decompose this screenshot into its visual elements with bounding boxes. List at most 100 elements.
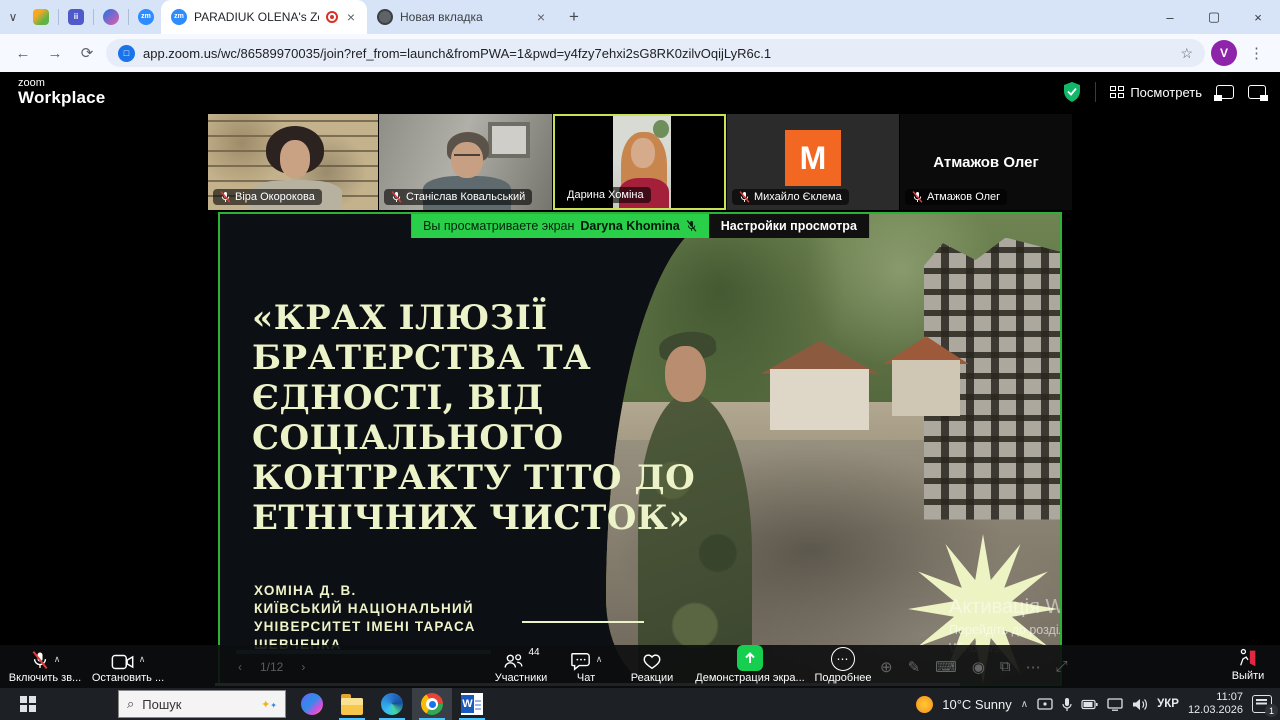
close-button[interactable]: × (1236, 0, 1280, 34)
bookmark-star-icon[interactable]: ☆ (1180, 45, 1193, 62)
participant-tile[interactable]: Віра Окорокова (208, 114, 378, 210)
view-button[interactable]: Посмотреть (1110, 85, 1202, 100)
slide-title: «КРАХ ІЛЮЗІЇ БРАТЕРСТВА ТА ЄДНОСТІ, ВІД … (252, 298, 722, 538)
zoom-toolbar: ∧ Включить зв... ∧ Остановить ... ‹ 1/12… (0, 645, 1280, 688)
back-button[interactable]: ← (10, 45, 36, 62)
url-text[interactable]: app.zoom.us/wc/86589970035/join?ref_from… (143, 46, 1172, 61)
system-tray: 10°C Sunny ∧ (916, 688, 1280, 720)
participant-tile[interactable]: Станіслав Ковальський (379, 114, 552, 210)
muted-mic-icon (220, 191, 231, 203)
cast-icon[interactable] (1037, 697, 1053, 711)
participant-name: Віра Окорокова (235, 191, 315, 203)
start-button[interactable] (10, 688, 46, 720)
next-slide-icon[interactable]: › (301, 660, 305, 674)
clock[interactable]: 11:07 12.03.2026 (1188, 691, 1243, 717)
language-indicator[interactable]: УКР (1157, 698, 1179, 710)
weather-text[interactable]: 10°C Sunny (942, 697, 1012, 712)
pinned-tab-zoom-icon[interactable]: zm (131, 4, 161, 30)
window-controls: – ▢ × (1148, 0, 1280, 34)
browser-menu-icon[interactable]: ⋮ (1243, 44, 1270, 62)
share-screen-icon (737, 645, 763, 671)
minimize-video-icon[interactable] (1216, 85, 1234, 99)
remote-control-icon[interactable]: ⌨ (935, 658, 957, 676)
participant-tile-active-speaker[interactable]: Дарина Хоміна (553, 114, 726, 210)
video-options-chevron[interactable]: ∧ (139, 654, 146, 665)
taskbar-explorer-icon[interactable] (332, 688, 372, 720)
network-icon[interactable] (1107, 698, 1123, 711)
participant-strip: Віра Окорокова Станіслав Ковальський (0, 112, 1280, 212)
taskbar-chrome-icon[interactable] (412, 688, 452, 720)
chat-button[interactable]: ∧ Чат (564, 647, 608, 684)
profile-avatar[interactable]: V (1211, 40, 1237, 66)
desktop: ∨ ii zm zm PARADIUK OLENA's Zoom M × Нов… (0, 0, 1280, 720)
dots-icon[interactable]: ⋯ (1026, 658, 1041, 676)
resize-icon[interactable]: ⤢ (1056, 658, 1068, 675)
maximize-button[interactable]: ▢ (1192, 0, 1236, 34)
divider (128, 9, 129, 25)
leave-door-icon (1237, 647, 1259, 669)
minimize-button[interactable]: – (1148, 0, 1192, 34)
view-settings-button[interactable]: Настройки просмотра (709, 214, 869, 238)
broadcast-icon[interactable]: ◉ (972, 658, 985, 676)
tab-title: Новая вкладка (400, 10, 528, 24)
chat-bubble-icon (570, 651, 592, 671)
weather-sun-icon[interactable] (916, 696, 933, 713)
participants-button[interactable]: 44 Участники (488, 647, 554, 684)
taskbar-edge-icon[interactable] (372, 688, 412, 720)
zoom-favicon: zm (171, 9, 187, 25)
annotate-icon[interactable]: ✎ (908, 658, 921, 676)
windows-logo-icon (20, 696, 36, 712)
security-shield-icon[interactable] (1063, 82, 1081, 102)
shared-screen: «КРАХ ІЛЮЗІЇ БРАТЕРСТВА ТА ЄДНОСТІ, ВІД … (218, 212, 1062, 686)
pinned-tab-teams-icon[interactable]: ii (61, 4, 91, 30)
reactions-button[interactable]: Реакции (624, 647, 680, 684)
taskbar-copilot-icon[interactable] (292, 688, 332, 720)
stop-video-button[interactable]: ∧ Остановить ... (86, 647, 170, 684)
tab-zoom-meeting[interactable]: zm PARADIUK OLENA's Zoom M × (161, 0, 367, 34)
address-bar[interactable]: □ app.zoom.us/wc/86589970035/join?ref_fr… (106, 39, 1205, 67)
forward-button[interactable]: → (42, 45, 68, 62)
participants-icon (502, 651, 526, 671)
pinned-tab-store-icon[interactable] (26, 4, 56, 30)
browser-tab-strip: ∨ ii zm zm PARADIUK OLENA's Zoom M × Нов… (0, 0, 1280, 34)
pinned-tab-mail-icon[interactable] (96, 4, 126, 30)
participant-tile[interactable]: M Михайло Єклема (727, 114, 899, 210)
tab-close-icon[interactable]: × (345, 9, 357, 25)
notification-center-icon[interactable]: 1 (1252, 695, 1272, 713)
share-screen-button[interactable]: Демонстрация экра... (690, 647, 810, 684)
speaker-icon[interactable] (1132, 698, 1148, 711)
participant-name: Дарина Хоміна (567, 189, 644, 201)
reload-button[interactable]: ⟳ (74, 44, 100, 62)
tab-new-tab[interactable]: Новая вкладка × (367, 0, 557, 34)
pip-icon[interactable]: ⧉ (1000, 658, 1011, 675)
mic-options-chevron[interactable]: ∧ (54, 654, 61, 665)
participant-tile[interactable]: Атмажов Олег Атмажов Олег (900, 114, 1072, 210)
battery-icon[interactable] (1081, 699, 1098, 710)
mic-tray-icon[interactable] (1062, 697, 1072, 712)
divider (93, 9, 94, 25)
divider (58, 9, 59, 25)
windows-taskbar: ⌕ Пошук ✦✦ W 10°C Sunny ∧ (0, 688, 1280, 720)
hidden-icons-chevron[interactable]: ∧ (1021, 699, 1028, 710)
prev-slide-icon[interactable]: ‹ (238, 660, 242, 674)
tab-search-icon[interactable]: ∨ (0, 10, 26, 24)
leave-button[interactable]: Выйти (1222, 647, 1274, 682)
search-highlights-icon[interactable]: ✦✦ (261, 698, 277, 711)
tab-close-icon[interactable]: × (535, 9, 547, 25)
participant-name: Михайло Єклема (754, 191, 842, 203)
muted-mic-icon (912, 191, 923, 203)
share-control-icons: ⊕ ✎ ⌨ ◉ ⧉ ⋯ ⤢ (880, 645, 1068, 688)
chat-options-chevron[interactable]: ∧ (596, 654, 603, 665)
new-tab-button[interactable]: + (557, 7, 591, 27)
popout-window-icon[interactable] (1248, 85, 1266, 99)
site-icon: □ (118, 45, 135, 62)
presenter-name: Daryna Khomina (580, 219, 679, 233)
pinned-tabs: ii zm (26, 0, 161, 34)
unmute-button[interactable]: ∧ Включить зв... (8, 647, 82, 684)
taskbar-search-input[interactable]: ⌕ Пошук ✦✦ (118, 690, 286, 718)
zoom-in-icon[interactable]: ⊕ (880, 658, 893, 676)
slide-author: ХОМІНА Д. В. КИЇВСЬКИЙ НАЦІОНАЛЬНИЙ УНІВ… (254, 582, 476, 654)
more-button[interactable]: ⋯ Подробнее (812, 647, 874, 684)
taskbar-word-icon[interactable]: W (452, 688, 492, 720)
participant-name: Атмажов Олег (927, 191, 1000, 203)
